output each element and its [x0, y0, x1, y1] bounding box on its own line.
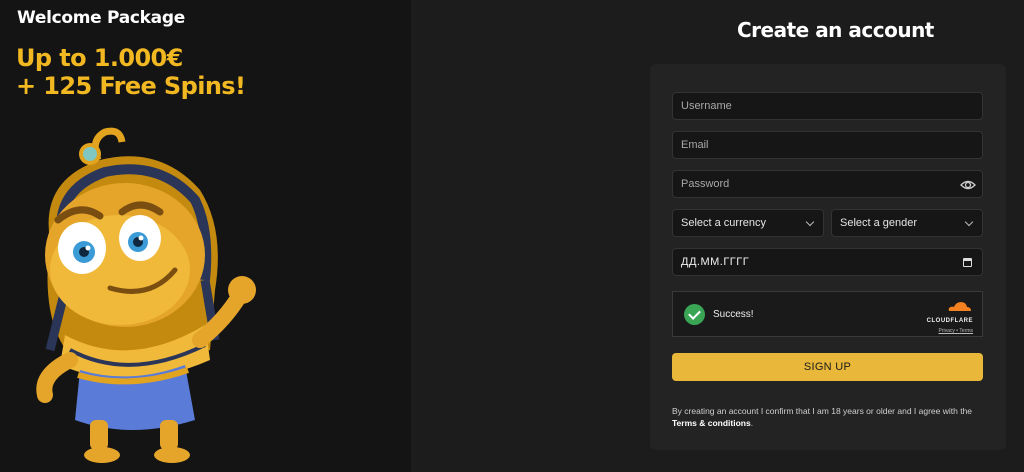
username-placeholder: Username	[681, 100, 732, 112]
chevron-down-icon	[964, 217, 974, 226]
form-title: Create an account	[737, 18, 934, 42]
birthdate-input[interactable]: ДД.ММ.ГГГГ	[672, 248, 983, 276]
eye-icon[interactable]	[960, 177, 976, 193]
password-input[interactable]: Password	[672, 170, 983, 198]
calendar-icon[interactable]	[963, 258, 972, 267]
promo-panel: Welcome Package Up to 1.000€ + 125 Free …	[0, 0, 411, 472]
check-icon	[684, 304, 705, 325]
welcome-title: Welcome Package	[17, 8, 185, 28]
gender-select-label: Select a gender	[840, 217, 918, 229]
chevron-down-icon	[805, 217, 815, 226]
terms-link[interactable]: Terms & conditions	[672, 418, 751, 428]
cloudflare-terms-link[interactable]: Terms	[959, 328, 973, 334]
signup-page: Welcome Package Up to 1.000€ + 125 Free …	[0, 0, 1024, 472]
email-input[interactable]: Email	[672, 131, 983, 159]
captcha-status: Success!	[713, 309, 754, 320]
terms-end: .	[750, 418, 754, 428]
cloudflare-logo-icon	[948, 302, 971, 311]
currency-select-label: Select a currency	[681, 217, 766, 229]
username-input[interactable]: Username	[672, 92, 983, 120]
terms-text: By creating an account I confirm that I …	[672, 406, 973, 416]
terms-notice: By creating an account I confirm that I …	[672, 405, 992, 429]
promo-offer-line1: Up to 1.000€	[16, 44, 183, 72]
email-placeholder: Email	[681, 139, 709, 151]
password-placeholder: Password	[681, 178, 730, 190]
cloudflare-links: Privacy • Terms	[917, 328, 973, 334]
currency-select[interactable]: Select a currency	[672, 209, 824, 237]
pharaoh-mascot-image	[36, 127, 256, 463]
cloudflare-privacy-link[interactable]: Privacy	[939, 328, 955, 334]
captcha-widget[interactable]: Success! CLOUDFLARE Privacy • Terms	[672, 291, 983, 337]
birthdate-placeholder: ДД.ММ.ГГГГ	[681, 256, 750, 268]
promo-offer: Up to 1.000€ + 125 Free Spins!	[16, 44, 246, 100]
gender-select[interactable]: Select a gender	[831, 209, 983, 237]
promo-offer-line2: + 125 Free Spins!	[16, 72, 246, 100]
cloudflare-wordmark: CLOUDFLARE	[926, 318, 973, 324]
signup-button[interactable]: SIGN UP	[672, 353, 983, 381]
cloudflare-logo: CLOUDFLARE Privacy • Terms	[917, 299, 973, 334]
